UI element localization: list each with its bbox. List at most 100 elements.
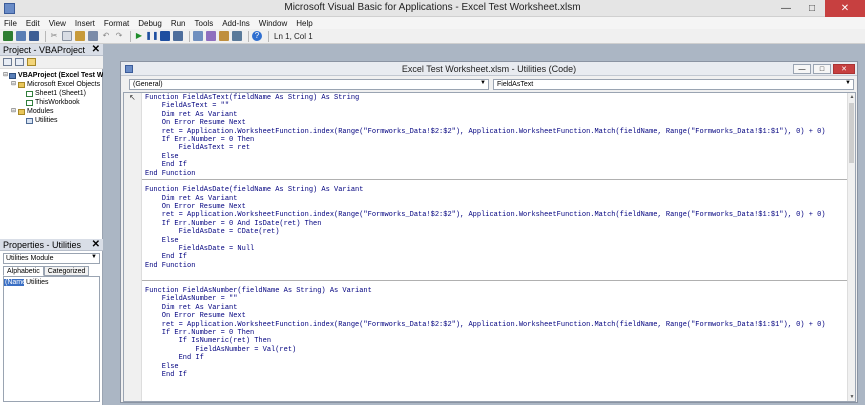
code-line[interactable]: End Function (145, 170, 826, 178)
code-window-close-button[interactable]: ✕ (833, 64, 855, 74)
code-line[interactable]: Dim ret As Variant (145, 195, 826, 203)
minimize-button[interactable]: — (773, 0, 799, 17)
tree-node[interactable]: ⊟ VBAProject (Excel Test Worksheet.xlsm) (0, 71, 103, 80)
menu-view[interactable]: View (49, 19, 66, 28)
code-line[interactable] (145, 279, 826, 287)
menu-tools[interactable]: Tools (195, 19, 214, 28)
code-line[interactable]: End If (145, 161, 826, 169)
code-line[interactable]: FieldAsNumber = Val(ret) (145, 346, 826, 354)
close-button[interactable]: ✕ (825, 0, 865, 17)
project-explorer-icon[interactable] (193, 31, 203, 41)
code-line[interactable]: On Error Resume Next (145, 119, 826, 127)
paste-icon[interactable] (75, 31, 85, 41)
properties-close-button[interactable]: ✕ (92, 239, 100, 250)
undo-icon[interactable]: ↶ (101, 31, 111, 41)
project-explorer-close-button[interactable]: ✕ (92, 44, 100, 55)
scroll-up-icon[interactable]: ▲ (848, 93, 855, 101)
tree-expander-icon[interactable]: ⊟ (11, 107, 17, 116)
code-line[interactable]: End If (145, 371, 826, 379)
code-line[interactable]: If Err.Number = 0 Then (145, 136, 826, 144)
tree-expander-icon[interactable]: ⊟ (11, 80, 17, 89)
code-window-maximize-button[interactable]: □ (813, 64, 831, 74)
save-icon[interactable] (29, 31, 39, 41)
code-line[interactable]: Function FieldAsDate(fieldName As String… (145, 186, 826, 194)
properties-object-select[interactable]: Utilities Module ▼ (3, 253, 100, 264)
menu-file[interactable]: File (4, 19, 17, 28)
code-line[interactable] (145, 270, 826, 278)
tab-alphabetic[interactable]: Alphabetic (3, 266, 44, 276)
break-icon[interactable]: ❚❚ (145, 31, 158, 41)
code-line[interactable]: If IsNumeric(ret) Then (145, 337, 826, 345)
tree-node[interactable]: ⊟ Microsoft Excel Objects (0, 80, 103, 89)
procedure-combo-value: FieldAsText (497, 81, 534, 88)
code-line[interactable]: On Error Resume Next (145, 203, 826, 211)
code-line[interactable] (145, 178, 826, 186)
code-window-minimize-button[interactable]: — (793, 64, 811, 74)
cursor-arrow-icon: ↖ (129, 93, 136, 102)
toggle-folders-icon[interactable] (27, 58, 36, 66)
code-line[interactable]: Function FieldAsText(fieldName As String… (145, 94, 826, 102)
property-row[interactable]: (Name) Utilities (4, 277, 99, 287)
object-combo[interactable]: (General) ▼ (129, 79, 489, 90)
menu-debug[interactable]: Debug (138, 19, 162, 28)
code-line[interactable]: End If (145, 354, 826, 362)
code-line[interactable]: ret = Application.WorksheetFunction.inde… (145, 211, 826, 219)
view-code-icon[interactable] (3, 58, 12, 66)
code-line[interactable]: Dim ret As Variant (145, 304, 826, 312)
code-line[interactable]: Else (145, 363, 826, 371)
code-editor[interactable]: ↖ Function FieldAsText(fieldName As Stri… (123, 92, 856, 402)
tree-node[interactable]: ⊟ Modules (0, 107, 103, 116)
tree-expander-icon[interactable]: ⊟ (3, 71, 8, 80)
redo-icon[interactable]: ↷ (114, 31, 124, 41)
code-line[interactable]: ret = Application.WorksheetFunction.inde… (145, 128, 826, 136)
menu-insert[interactable]: Insert (75, 19, 95, 28)
code-line[interactable]: ret = Application.WorksheetFunction.inde… (145, 321, 826, 329)
view-object-icon[interactable] (15, 58, 24, 66)
object-browser-icon[interactable] (219, 31, 229, 41)
code-line[interactable]: End Function (145, 262, 826, 270)
code-line[interactable]: Else (145, 153, 826, 161)
code-line[interactable]: FieldAsText = ret (145, 144, 826, 152)
tree-node[interactable]: ThisWorkbook (0, 98, 103, 107)
view-excel-icon[interactable] (3, 31, 13, 41)
maximize-button[interactable]: □ (799, 0, 825, 17)
code-line[interactable]: On Error Resume Next (145, 312, 826, 320)
menu-run[interactable]: Run (171, 19, 186, 28)
cut-icon[interactable]: ✂ (49, 31, 59, 41)
code-line[interactable]: FieldAsText = "" (145, 102, 826, 110)
code-line[interactable]: Function FieldAsNumber(fieldName As Stri… (145, 287, 826, 295)
code-line[interactable]: FieldAsNumber = "" (145, 295, 826, 303)
find-icon[interactable] (88, 31, 98, 41)
menu-edit[interactable]: Edit (26, 19, 40, 28)
reset-icon[interactable] (160, 31, 170, 41)
run-icon[interactable]: ▶ (134, 31, 144, 41)
toolbox-icon[interactable] (232, 31, 242, 41)
vertical-scrollbar[interactable]: ▲ ▼ (847, 93, 855, 401)
code-line[interactable]: Dim ret As Variant (145, 111, 826, 119)
help-icon[interactable]: ? (252, 31, 262, 41)
tree-node[interactable]: Utilities (0, 116, 103, 125)
menu-help[interactable]: Help (296, 19, 312, 28)
properties-window-icon[interactable] (206, 31, 216, 41)
property-value[interactable]: Utilities (24, 279, 49, 286)
copy-icon[interactable] (62, 31, 72, 41)
code-line[interactable]: End If (145, 253, 826, 261)
code-text[interactable]: Function FieldAsText(fieldName As String… (145, 94, 826, 379)
menu-format[interactable]: Format (104, 19, 129, 28)
menu-addins[interactable]: Add-Ins (222, 19, 250, 28)
code-line[interactable]: FieldAsDate = CDate(ret) (145, 228, 826, 236)
project-explorer-toolbar (0, 56, 103, 69)
code-line[interactable]: FieldAsDate = Null (145, 245, 826, 253)
insert-module-icon[interactable] (16, 31, 26, 41)
scroll-down-icon[interactable]: ▼ (848, 393, 855, 401)
scroll-thumb[interactable] (849, 103, 854, 163)
tree-node[interactable]: Sheet1 (Sheet1) (0, 89, 103, 98)
code-line[interactable]: If Err.Number = 0 And IsDate(ret) Then (145, 220, 826, 228)
design-mode-icon[interactable] (173, 31, 183, 41)
menu-window[interactable]: Window (259, 19, 287, 28)
procedure-combo[interactable]: FieldAsText ▼ (493, 79, 854, 90)
margin-indicator-bar[interactable]: ↖ (124, 93, 142, 401)
tab-categorized[interactable]: Categorized (43, 266, 90, 276)
code-line[interactable]: If Err.Number = 0 Then (145, 329, 826, 337)
code-line[interactable]: Else (145, 237, 826, 245)
